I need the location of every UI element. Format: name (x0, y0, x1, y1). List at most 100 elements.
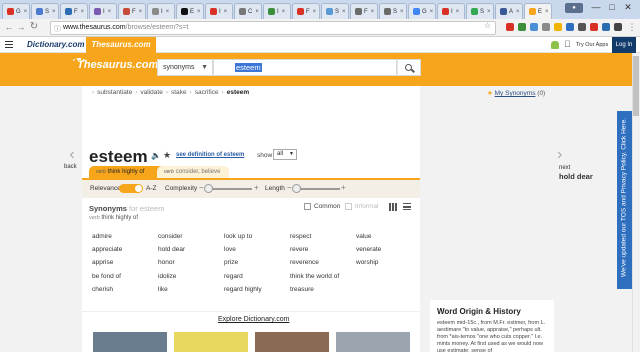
android-icon[interactable] (551, 41, 559, 49)
breadcrumb-item[interactable]: esteem (227, 89, 249, 96)
tab-close-icon[interactable]: × (400, 9, 404, 15)
next-label[interactable]: next (559, 165, 570, 171)
informal-checkbox[interactable] (345, 203, 352, 210)
extension-icon[interactable] (614, 23, 622, 31)
hamburger-menu-icon[interactable] (5, 41, 13, 48)
browser-tab[interactable]: I × (263, 3, 291, 19)
breadcrumb-item[interactable]: substantiate (97, 89, 132, 96)
extension-icon[interactable] (566, 23, 574, 31)
next-word-link[interactable]: hold dear (559, 172, 593, 181)
speaker-icon[interactable]: 🔈 (151, 151, 161, 160)
bookmark-star-icon[interactable]: ☆ (484, 21, 491, 30)
extension-icon[interactable] (602, 23, 610, 31)
tab-close-icon[interactable]: × (139, 9, 143, 15)
tab-close-icon[interactable]: × (255, 9, 259, 15)
browser-tab[interactable]: F × (350, 3, 378, 19)
breadcrumb-item[interactable]: validate (140, 89, 162, 96)
extension-icon[interactable] (506, 23, 514, 31)
search-input[interactable]: esteem (213, 59, 397, 76)
complexity-slider-handle[interactable] (204, 184, 213, 193)
sense-tab[interactable]: verb consider, believe (157, 166, 229, 178)
length-slider-handle[interactable] (292, 184, 301, 193)
synonym-link[interactable]: idolize (158, 273, 176, 280)
address-bar[interactable]: ⓘ www.thesaurus.com/browse/esteem?s=t (50, 21, 496, 35)
user-profile-chip[interactable]: ● (565, 3, 583, 13)
synonym-link[interactable]: revere (290, 246, 308, 253)
search-type-select[interactable]: synonyms ▼ (157, 59, 213, 76)
synonym-link[interactable]: think the world of (290, 273, 339, 280)
synonym-link[interactable]: hold dear (158, 246, 185, 253)
tab-close-icon[interactable]: × (197, 9, 201, 15)
browser-tab[interactable]: I × (205, 3, 233, 19)
synonym-link[interactable]: value (356, 233, 372, 240)
browser-tab[interactable]: I × (89, 3, 117, 19)
thesaurus-logo[interactable]: Thesaurus.com (77, 59, 158, 71)
browser-menu-icon[interactable]: ⋮ (627, 22, 637, 32)
synonym-link[interactable]: prize (224, 259, 238, 266)
browser-tab[interactable]: F × (118, 3, 146, 19)
extension-icon[interactable] (530, 23, 538, 31)
browser-tab[interactable]: E × (176, 3, 204, 19)
tab-close-icon[interactable]: × (342, 9, 346, 15)
browser-tab[interactable]: G × (408, 3, 436, 19)
login-button[interactable]: Log In (612, 37, 636, 53)
tab-close-icon[interactable]: × (224, 9, 228, 15)
browser-tab[interactable]: A × (495, 3, 523, 19)
reload-icon[interactable]: ↻ (29, 22, 39, 32)
thesaurus-tab[interactable]: Thesaurus.com (86, 37, 156, 53)
browser-tab[interactable]: I × (437, 3, 465, 19)
browser-tab[interactable]: G × (2, 3, 30, 19)
extension-icon[interactable] (554, 23, 562, 31)
synonym-link[interactable]: treasure (290, 286, 314, 293)
synonym-link[interactable]: regard (224, 273, 243, 280)
synonym-link[interactable]: apprise (92, 259, 113, 266)
browser-tab[interactable]: I × (147, 3, 175, 19)
length-plus-icon[interactable]: + (341, 183, 346, 192)
tab-close-icon[interactable]: × (282, 9, 286, 15)
tab-close-icon[interactable]: × (313, 9, 317, 15)
relevance-az-toggle[interactable] (119, 184, 143, 193)
article-thumbnail[interactable] (336, 332, 410, 352)
breadcrumb-item[interactable]: stake (171, 89, 187, 96)
article-thumbnail[interactable] (93, 332, 167, 352)
tos-notice-banner[interactable]: We've updated our TOS and Privacy Policy… (617, 111, 632, 289)
browser-tab[interactable]: S × (466, 3, 494, 19)
extension-icon[interactable] (578, 23, 586, 31)
apple-icon[interactable]:  (564, 39, 571, 49)
article-thumbnail[interactable] (255, 332, 329, 352)
next-chevron-icon[interactable]: › (557, 146, 562, 164)
synonym-link[interactable]: be fond of (92, 273, 121, 280)
explore-title-link[interactable]: Explore Dictionary.com (218, 316, 289, 323)
synonym-link[interactable]: reverence (290, 259, 319, 266)
synonym-link[interactable]: like (158, 286, 168, 293)
browser-tab[interactable]: E × (524, 3, 552, 19)
tab-close-icon[interactable]: × (166, 9, 170, 15)
length-minus-icon[interactable]: − (287, 183, 292, 192)
extension-icon[interactable] (590, 23, 598, 31)
browser-tab[interactable]: S × (379, 3, 407, 19)
my-synonyms-link[interactable]: ★ My Synonyms (0) (487, 89, 545, 97)
synonym-link[interactable]: love (224, 246, 236, 253)
browser-tab[interactable]: S × (31, 3, 59, 19)
back-chevron-icon[interactable]: ‹ (64, 146, 80, 164)
tab-close-icon[interactable]: × (456, 9, 460, 15)
close-window-icon[interactable]: ✕ (622, 2, 634, 13)
complexity-minus-icon[interactable]: − (199, 183, 204, 192)
browser-tab[interactable]: F × (60, 3, 88, 19)
tab-close-icon[interactable]: × (371, 9, 375, 15)
tab-close-icon[interactable]: × (430, 9, 434, 15)
tab-close-icon[interactable]: × (487, 9, 491, 15)
tab-close-icon[interactable]: × (545, 9, 549, 15)
synonym-link[interactable]: cherish (92, 286, 113, 293)
minimize-icon[interactable]: — (590, 2, 602, 12)
dictionary-logo[interactable]: Dictionary.com (27, 40, 85, 49)
synonym-link[interactable]: worship (356, 259, 378, 266)
extension-icon[interactable] (518, 23, 526, 31)
tab-close-icon[interactable]: × (52, 9, 56, 15)
search-button[interactable] (397, 59, 421, 76)
see-definition-link[interactable]: see definition of esteem (176, 152, 244, 158)
back-label[interactable]: back (64, 164, 77, 170)
tab-close-icon[interactable]: × (24, 9, 28, 15)
browser-tab[interactable]: C × (234, 3, 262, 19)
common-checkbox[interactable] (304, 203, 311, 210)
